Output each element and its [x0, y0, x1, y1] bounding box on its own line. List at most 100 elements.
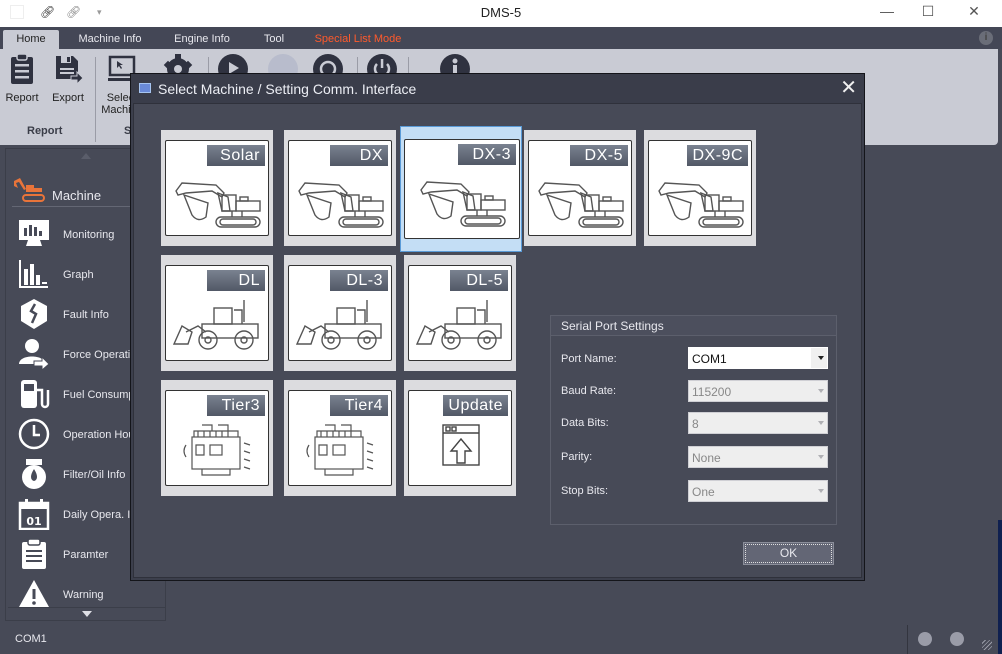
resize-grip-icon[interactable] [982, 640, 992, 650]
machine-tile-dx-5[interactable]: DX-5 [524, 130, 636, 246]
parity-label: Parity: [561, 451, 593, 463]
report-button[interactable]: Report [0, 53, 44, 104]
machine-tile-card: DL [165, 265, 269, 361]
baud-rate-value: 115200 [692, 385, 732, 399]
sidebar-item-label: Warning [63, 589, 104, 601]
export-button-label: Export [52, 92, 84, 104]
scroll-down-icon [82, 611, 92, 617]
status-port: COM1 [15, 633, 47, 645]
machine-tile-card: DL-3 [288, 265, 392, 361]
machine-tile-dl-5[interactable]: DL-5 [404, 255, 516, 371]
port-name-label: Port Name: [561, 353, 617, 365]
machine-tile-label: DL [207, 270, 265, 291]
excavator-icon [658, 182, 744, 228]
machine-tile-card: DX [288, 140, 392, 236]
dialog-app-icon [139, 83, 151, 93]
machine-tile-label: Update [443, 395, 508, 416]
data-bits-value: 8 [692, 417, 699, 431]
machine-tile-label: DX-3 [458, 144, 516, 165]
help-info-icon[interactable]: i [979, 31, 993, 45]
tab-special-list-mode[interactable]: Special List Mode [310, 30, 406, 49]
status-separator [907, 625, 908, 654]
desktop-background [998, 520, 1002, 654]
window-title: DMS-5 [480, 5, 522, 20]
machine-tile-card: Update [408, 390, 512, 486]
tab-engine-info[interactable]: Engine Info [164, 30, 240, 49]
export-button[interactable]: Export [46, 53, 90, 104]
chevron-down-icon [818, 489, 824, 493]
tab-tool[interactable]: Tool [255, 30, 293, 49]
minimize-button[interactable]: — [867, 3, 907, 23]
machine-tile-card: Solar [165, 140, 269, 236]
close-window-button[interactable]: ✕ [954, 3, 994, 23]
chevron-down-icon [818, 455, 824, 459]
machine-tile-update[interactable]: Update [404, 380, 516, 496]
serial-port-header: Serial Port Settings [551, 316, 836, 336]
machine-tile-dx-9c[interactable]: DX-9C [644, 130, 756, 246]
machine-tile-dl[interactable]: DL [161, 255, 273, 371]
parity-select: None [688, 446, 828, 468]
sidebar-header-label: Machine [52, 188, 102, 203]
bar-graph-icon [19, 260, 48, 288]
port-name-select[interactable]: COM1 [688, 347, 828, 369]
ribbon-separator [95, 57, 96, 142]
machine-tile-card: Tier3 [165, 390, 269, 486]
machine-tile-card: DX-9C [648, 140, 752, 236]
dialog-close-button[interactable]: ✕ [840, 78, 857, 98]
scroll-up-icon[interactable] [81, 153, 91, 159]
save-export-icon [56, 56, 84, 86]
machine-tile-label: DX-9C [687, 145, 748, 166]
port-name-value: COM1 [692, 352, 727, 366]
machine-tile-tier4[interactable]: Tier4 [284, 380, 396, 496]
status-bar: COM1 [0, 625, 998, 654]
clipboard-icon [22, 538, 46, 569]
machine-tile-label: Tier4 [330, 395, 388, 416]
data-bits-select: 8 [688, 412, 828, 434]
machine-tile-label: DX-5 [570, 145, 628, 166]
dialog-title: Select Machine / Setting Comm. Interface [158, 81, 417, 97]
update-upload-icon [442, 424, 480, 466]
wheel-loader-icon [295, 300, 382, 350]
dialog-body: Solar DX DX-3 DX-5 DX-9C DL DL-3 DL-5 Tier3 Tier4… [133, 103, 862, 578]
machine-tile-label: DL-5 [450, 270, 508, 291]
machine-tile-tier3[interactable]: Tier3 [161, 380, 273, 496]
title-bar: 🔗︎ 🔗︎ ▾ DMS-5 — ☐ ✕ [0, 0, 1002, 27]
ribbon-group-report: Report [27, 125, 63, 137]
serial-port-title: Serial Port Settings [561, 319, 664, 333]
machine-tile-card: DX-3 [404, 139, 520, 239]
status-led-icon [918, 632, 932, 646]
stop-bits-value: One [692, 485, 715, 499]
chevron-down-icon [818, 421, 824, 425]
machine-tile-label: DL-3 [330, 270, 388, 291]
sidebar-item-label: Operation Hour [63, 429, 139, 441]
report-button-label: Report [5, 92, 39, 104]
scroll-down-button[interactable] [8, 607, 165, 621]
parity-value: None [692, 451, 721, 465]
chevron-down-icon [818, 356, 824, 360]
machine-tile-solar[interactable]: Solar [161, 130, 273, 246]
sidebar-item-label: Graph [63, 269, 94, 281]
machine-tile-dx[interactable]: DX [284, 130, 396, 246]
sidebar-item-label: Filter/Oil Info [63, 469, 126, 481]
fuel-pump-icon [21, 380, 50, 409]
ok-button[interactable]: OK [743, 542, 834, 565]
select-machine-dialog: Select Machine / Setting Comm. Interface… [130, 73, 865, 581]
machine-tile-dx-3[interactable]: DX-3 [400, 126, 522, 252]
machine-tile-dl-3[interactable]: DL-3 [284, 255, 396, 371]
maximize-button[interactable]: ☐ [908, 3, 948, 23]
monitor-chart-icon [19, 220, 49, 246]
excavator-icon [298, 182, 384, 228]
serial-port-settings: Serial Port Settings Port Name: COM1 Bau… [550, 315, 837, 525]
dialog-title-bar[interactable]: Select Machine / Setting Comm. Interface… [131, 74, 864, 103]
machine-tile-card: Tier4 [288, 390, 392, 486]
wheel-loader-icon [172, 300, 259, 350]
clipboard-list-icon [11, 53, 33, 84]
broken-hexagon-icon [21, 299, 47, 329]
tab-machine-info[interactable]: Machine Info [70, 30, 150, 49]
stop-bits-select: One [688, 480, 828, 502]
engine-icon [183, 424, 251, 476]
tab-home[interactable]: Home [3, 30, 59, 49]
sidebar-item-label: Paramter [63, 549, 109, 561]
status-led-icon [950, 632, 964, 646]
machine-tile-card: DL-5 [408, 265, 512, 361]
